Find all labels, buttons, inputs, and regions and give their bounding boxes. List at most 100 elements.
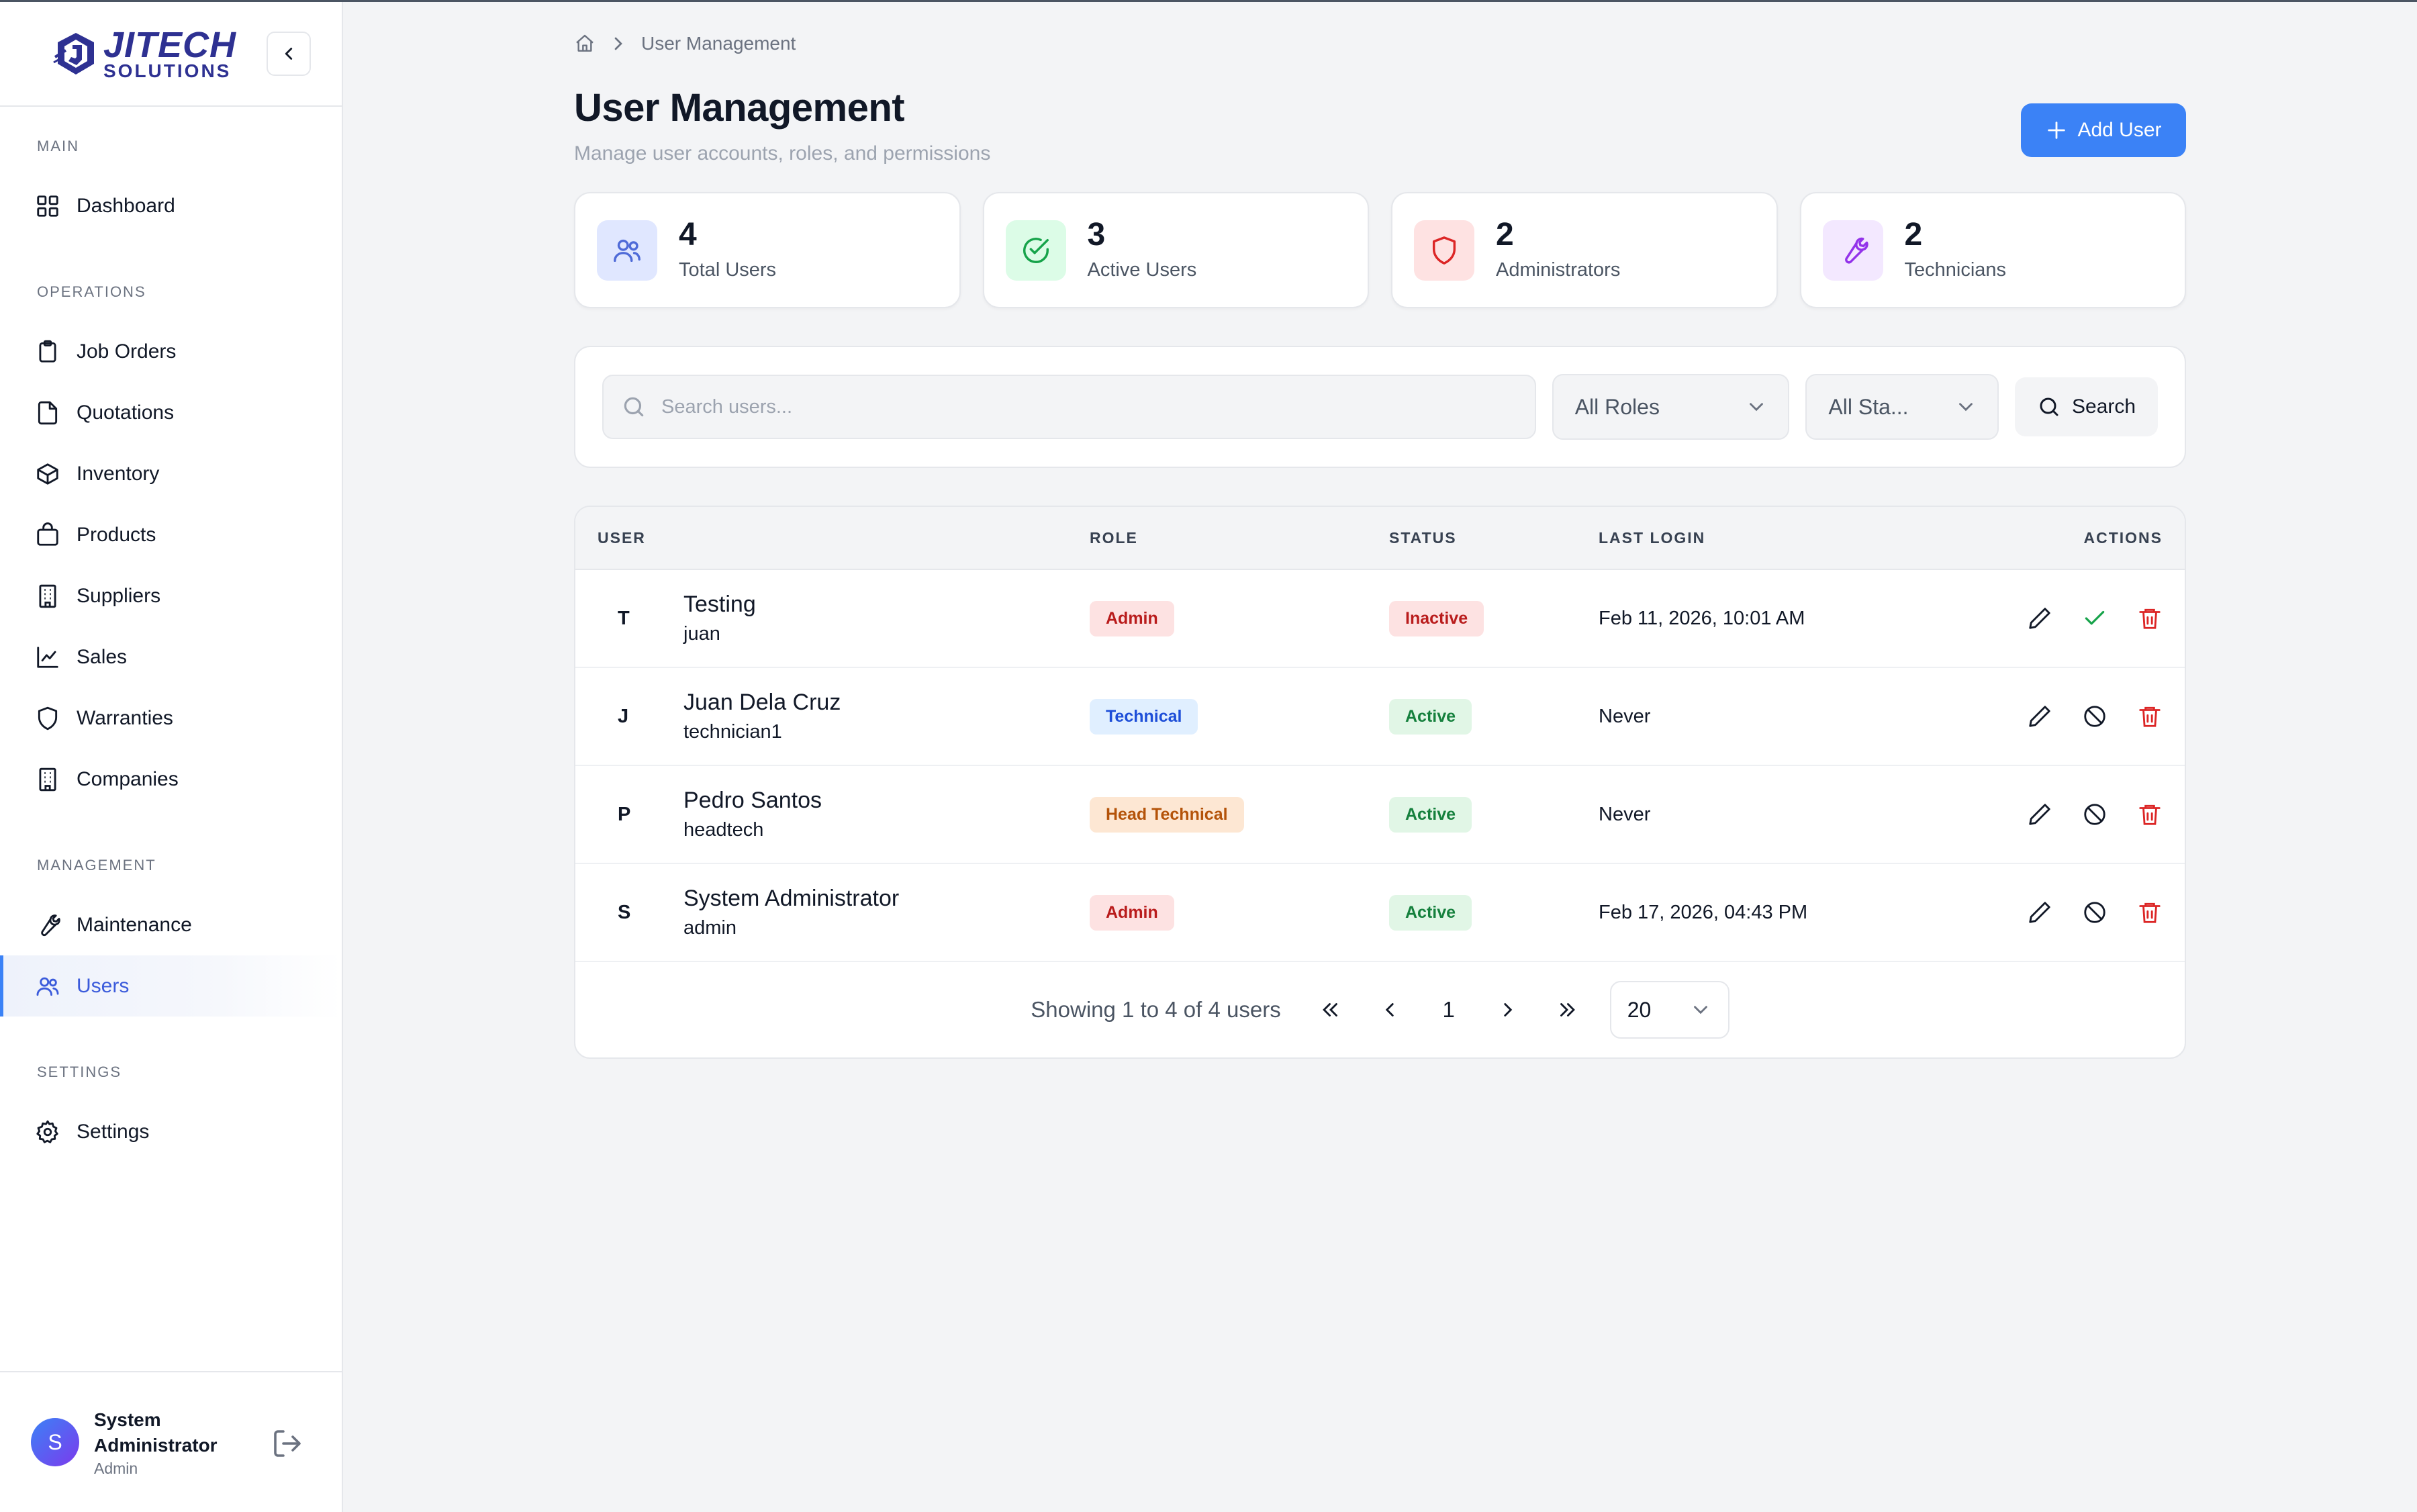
role-badge: Head Technical [1090,796,1244,833]
status-badge: Active [1389,894,1472,931]
first-page-button[interactable] [1301,980,1360,1039]
stat-value: 2 [1904,217,1923,252]
stat-icon-box [597,220,657,281]
search-button-label: Search [2072,395,2136,418]
edit-pencil-icon[interactable] [2027,704,2052,729]
stat-icon-box [1822,220,1883,281]
plus-icon [2048,122,2066,139]
ban-icon[interactable] [2082,802,2107,827]
search-button[interactable]: Search [2015,377,2158,436]
brand-header: JITECH SOLUTIONS [0,2,342,107]
sidebar-item-label: Settings [77,1120,150,1143]
column-header-actions: ACTIONS [2083,528,2163,547]
current-page-number[interactable]: 1 [1419,980,1478,1039]
main-content: User Management User Management Manage u… [343,2,2417,1512]
nav-section-title: MAIN [37,138,79,154]
avatar: S [31,1418,79,1466]
ban-icon[interactable] [2082,900,2107,925]
stat-card-total-users: 4 Total Users [574,192,961,308]
last-page-button[interactable] [1537,980,1597,1039]
chevron-down-icon [1959,403,1973,412]
status-filter-select[interactable]: All Sta... [1805,374,1999,440]
next-page-button[interactable] [1478,980,1537,1039]
sidebar-item-label: Companies [77,767,179,790]
sidebar-item-sales[interactable]: Sales [0,626,342,688]
shopping-bag-icon [37,522,58,546]
column-header-role: ROLE [1090,528,1138,547]
filter-bar: Search users... All Roles All Sta... Sea… [574,346,2186,468]
sidebar-item-settings[interactable]: Settings [0,1101,342,1162]
table-row: P Pedro Santos headtech Head Technical A… [575,766,2185,864]
status-badge: Active [1389,796,1472,833]
shield-icon [38,706,58,730]
page-size-select[interactable]: 20 [1609,981,1729,1039]
search-icon [2040,397,2058,416]
sidebar-item-label: Job Orders [77,340,177,363]
trash-icon[interactable] [2137,900,2163,925]
file-icon [38,401,58,424]
clipboard-icon [39,340,56,363]
collapse-sidebar-button[interactable] [267,32,311,76]
users-table: USER ROLE STATUS LAST LOGIN ACTIONS T Te… [574,506,2186,1059]
sidebar-item-label: Dashboard [77,194,175,217]
chevron-down-icon [1693,1006,1707,1014]
breadcrumb: User Management [574,33,2186,54]
table-header: USER ROLE STATUS LAST LOGIN ACTIONS [575,507,2185,570]
company-logo[interactable]: JITECH SOLUTIONS [52,27,236,81]
column-header-last-login: LAST LOGIN [1599,528,1706,547]
role-badge: Admin [1090,894,1174,931]
nav-section-title: OPERATIONS [37,283,146,300]
wrench-icon [1844,237,1868,264]
edit-pencil-icon[interactable] [2027,606,2052,631]
edit-pencil-icon[interactable] [2027,900,2052,925]
sidebar-item-label: Users [77,974,130,997]
trend-chart-icon [37,646,58,668]
breadcrumb-current: User Management [641,33,796,54]
page-subtitle: Manage user accounts, roles, and permiss… [574,142,991,164]
page-size-value: 20 [1627,997,1652,1022]
dashboard-grid-icon [37,195,58,217]
chevron-right-icon [614,37,622,50]
search-placeholder: Search users... [661,395,793,418]
edit-pencil-icon[interactable] [2027,802,2052,827]
user-initial: J [618,705,629,727]
sidebar-item-inventory[interactable]: Inventory [0,443,342,504]
pagination-summary: Showing 1 to 4 of 4 users [1031,997,1281,1022]
chevrons-left-icon [1322,1003,1337,1017]
trash-icon[interactable] [2137,704,2163,729]
sidebar-item-warranties[interactable]: Warranties [0,688,342,749]
sidebar-item-maintenance[interactable]: Maintenance [0,894,342,955]
sidebar-item-users[interactable]: Users [0,955,342,1017]
sidebar-item-job-orders[interactable]: Job Orders [0,321,342,382]
ban-icon[interactable] [2082,704,2107,729]
sidebar-item-quotations[interactable]: Quotations [0,382,342,443]
home-icon[interactable] [574,33,596,54]
add-user-button[interactable]: Add User [2021,103,2186,157]
check-icon[interactable] [2082,606,2107,631]
stat-icon-box [1005,220,1066,281]
users-icon [36,977,59,996]
sidebar-item-suppliers[interactable]: Suppliers [0,565,342,626]
trash-icon[interactable] [2137,606,2163,631]
wrench-icon [41,914,60,936]
sidebar-item-products[interactable]: Products [0,504,342,565]
column-header-status: STATUS [1389,528,1457,547]
logout-icon[interactable] [271,1427,303,1460]
sidebar-item-companies[interactable]: Companies [0,749,342,810]
sidebar-item-dashboard[interactable]: Dashboard [0,175,342,236]
nav-section-settings: SETTINGS Settings [0,1064,342,1162]
nav-section-title: SETTINGS [37,1064,122,1080]
search-input[interactable]: Search users... [602,375,1536,439]
role-filter-select[interactable]: All Roles [1552,374,1790,440]
user-initial: T [618,607,630,629]
stat-label: Active Users [1087,259,1197,281]
sidebar-item-label: Maintenance [77,913,192,936]
pagination: Showing 1 to 4 of 4 users 1 20 [575,962,2185,1057]
role-badge: Admin [1090,600,1174,636]
stat-card-administrators: 2 Administrators [1391,192,1778,308]
status-badge: Active [1389,698,1472,735]
trash-icon[interactable] [2137,802,2163,827]
building-icon [39,767,56,791]
prev-page-button[interactable] [1360,980,1419,1039]
search-icon [624,397,644,417]
